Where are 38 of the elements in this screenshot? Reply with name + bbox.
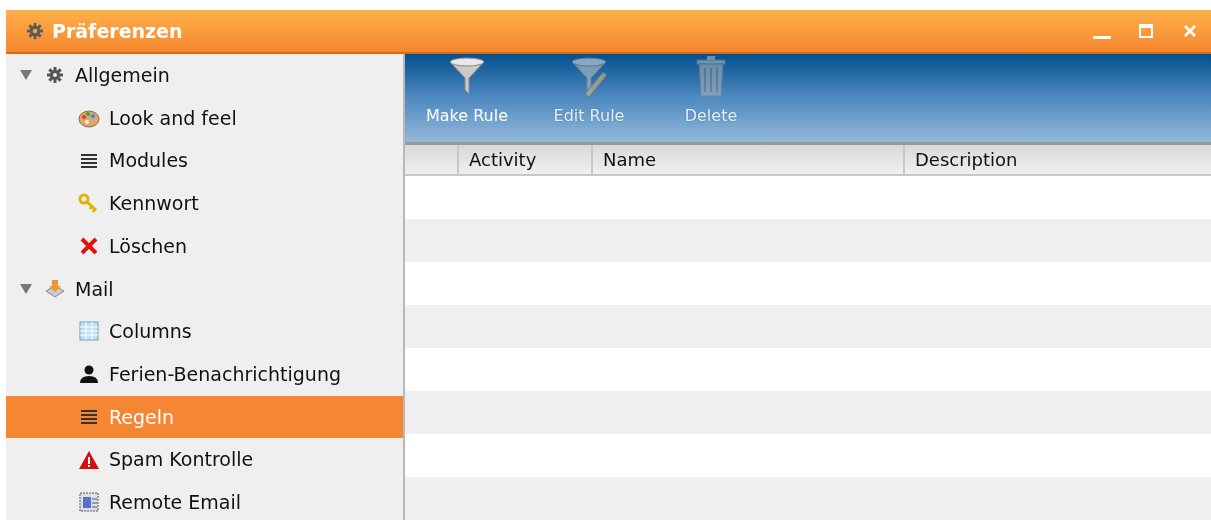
column-header[interactable]: Name <box>593 145 905 174</box>
item-label: Mail <box>75 276 114 302</box>
item-label: Regeln <box>109 404 175 430</box>
column-header[interactable]: Activity <box>459 145 593 174</box>
close-icon <box>1183 24 1197 38</box>
tree-group[interactable]: Allgemein <box>6 54 403 97</box>
item-label: Columns <box>109 319 192 345</box>
tree-item[interactable]: Spam Kontrolle <box>6 438 403 481</box>
tree-item[interactable]: Modules <box>6 139 403 183</box>
tree-item[interactable]: Remote Email <box>6 480 403 520</box>
minimize-icon <box>1093 35 1111 39</box>
person-icon <box>78 363 100 386</box>
item-label: Kennwort <box>109 191 199 217</box>
maximize-icon <box>1139 24 1153 38</box>
item-label: Spam Kontrolle <box>109 447 254 473</box>
palette-icon <box>78 107 100 130</box>
expander-icon[interactable] <box>20 283 32 294</box>
tree-group[interactable]: Mail <box>6 267 403 311</box>
tree-item[interactable]: Columns <box>6 310 403 353</box>
item-label: Ferien-Benachrichtigung <box>109 361 341 387</box>
item-label: Allgemein <box>75 63 170 89</box>
gear-icon <box>26 22 44 40</box>
item-label: Look and feel <box>109 105 237 131</box>
item-label: Löschen <box>109 233 187 259</box>
inbox-icon <box>44 277 66 300</box>
item-label: Remote Email <box>109 489 242 515</box>
tree-item[interactable]: Look and feel <box>6 96 403 140</box>
maximize-button[interactable] <box>1137 22 1155 40</box>
table-icon <box>78 320 100 343</box>
key-icon <box>78 192 100 215</box>
column-header[interactable]: Description <box>905 145 1211 174</box>
funnel-pencil-icon <box>569 54 609 98</box>
window-title: Präferenzen <box>52 18 183 44</box>
tree-item[interactable]: Ferien-Benachrichtigung <box>6 352 403 396</box>
tree-item[interactable]: Löschen <box>6 224 403 268</box>
expander-icon[interactable] <box>20 70 32 81</box>
tree-item[interactable]: Kennwort <box>6 182 403 225</box>
item-label: Modules <box>109 148 188 174</box>
